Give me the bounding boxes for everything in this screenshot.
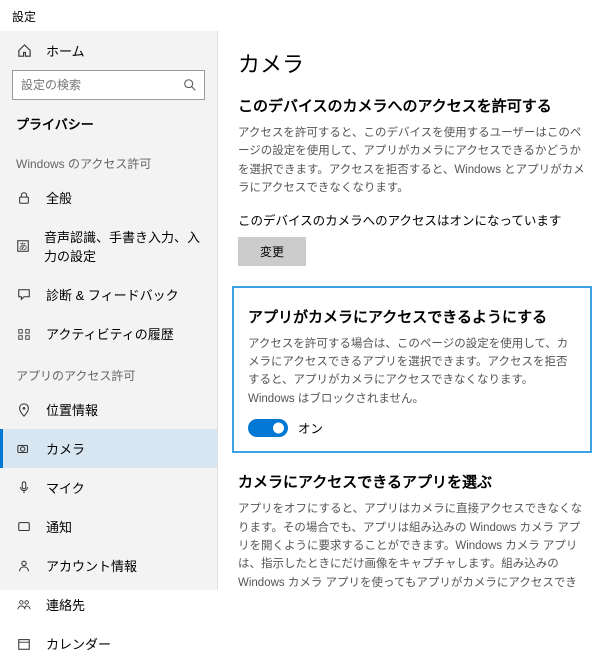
sidebar-item-label: 全般 — [46, 188, 72, 207]
sidebar-item-account[interactable]: アカウント情報 — [0, 546, 217, 585]
window-title: 設定 — [0, 0, 612, 31]
sidebar-current-page: プライバシー — [0, 108, 217, 141]
sidebar-item-label: カレンダー — [46, 634, 111, 653]
sidebar-item-notifications[interactable]: 通知 — [0, 507, 217, 546]
page-title: カメラ — [238, 47, 586, 79]
section-heading-device-access: このデバイスのカメラへのアクセスを許可する — [238, 95, 586, 116]
section-desc: アプリをオフにすると、アプリはカメラに直接アクセスできなくなります。その場合でも… — [238, 500, 586, 590]
text-icon: あ — [16, 238, 30, 254]
search-input[interactable] — [12, 70, 205, 100]
sidebar-item-label: アクティビティの履歴 — [46, 324, 174, 343]
sidebar-item-microphone[interactable]: マイク — [0, 468, 217, 507]
camera-icon — [16, 441, 32, 457]
sidebar: ホーム プライバシー Windows のアクセス許可 全般 あ 音声認識、手書き… — [0, 31, 218, 590]
sidebar-item-label: 連絡先 — [46, 595, 85, 614]
nav-home-label: ホーム — [46, 41, 85, 60]
sidebar-section-windows: Windows のアクセス許可 — [0, 141, 217, 178]
sidebar-section-apps: アプリのアクセス許可 — [0, 353, 217, 390]
sidebar-item-camera[interactable]: カメラ — [0, 429, 217, 468]
sidebar-item-activity[interactable]: アクティビティの履歴 — [0, 314, 217, 353]
sidebar-item-label: マイク — [46, 478, 85, 497]
sidebar-item-label: 位置情報 — [46, 400, 98, 419]
activity-icon — [16, 326, 32, 342]
app-access-toggle[interactable] — [248, 419, 288, 437]
main-content: カメラ このデバイスのカメラへのアクセスを許可する アクセスを許可すると、このデ… — [218, 31, 612, 590]
notification-icon — [16, 519, 32, 535]
feedback-icon — [16, 287, 32, 303]
sidebar-item-diagnostics[interactable]: 診断 & フィードバック — [0, 275, 217, 314]
lock-icon — [16, 190, 32, 206]
sidebar-item-location[interactable]: 位置情報 — [0, 390, 217, 429]
section-desc: アクセスを許可すると、このデバイスを使用するユーザーはこのページの設定を使用して… — [238, 124, 586, 198]
calendar-icon — [16, 636, 32, 652]
toggle-label: オン — [298, 418, 323, 437]
account-icon — [16, 558, 32, 574]
section-heading-choose-apps: カメラにアクセスできるアプリを選ぶ — [238, 471, 586, 492]
sidebar-item-label: 診断 & フィードバック — [46, 285, 179, 304]
sidebar-item-label: アカウント情報 — [46, 556, 137, 575]
sidebar-item-label: 通知 — [46, 517, 72, 536]
section-heading-app-access: アプリがカメラにアクセスできるようにする — [248, 306, 576, 327]
nav-home[interactable]: ホーム — [0, 35, 217, 70]
location-icon — [16, 402, 32, 418]
home-icon — [16, 43, 32, 59]
device-access-status: このデバイスのカメラへのアクセスはオンになっています — [238, 210, 586, 229]
sidebar-item-label: 音声認識、手書き入力、入力の設定 — [44, 227, 201, 265]
sidebar-item-contacts[interactable]: 連絡先 — [0, 585, 217, 624]
section-desc: アクセスを許可する場合は、このページの設定を使用して、カメラにアクセスできるアプ… — [248, 335, 576, 409]
sidebar-item-speech[interactable]: あ 音声認識、手書き入力、入力の設定 — [0, 217, 217, 275]
contacts-icon — [16, 597, 32, 613]
sidebar-item-calendar[interactable]: カレンダー — [0, 624, 217, 663]
highlight-box: アプリがカメラにアクセスできるようにする アクセスを許可する場合は、このページの… — [232, 286, 592, 454]
svg-text:あ: あ — [19, 242, 28, 252]
sidebar-item-label: カメラ — [46, 439, 85, 458]
search-icon — [183, 78, 197, 92]
change-button[interactable]: 変更 — [238, 237, 306, 266]
microphone-icon — [16, 480, 32, 496]
sidebar-item-general[interactable]: 全般 — [0, 178, 217, 217]
